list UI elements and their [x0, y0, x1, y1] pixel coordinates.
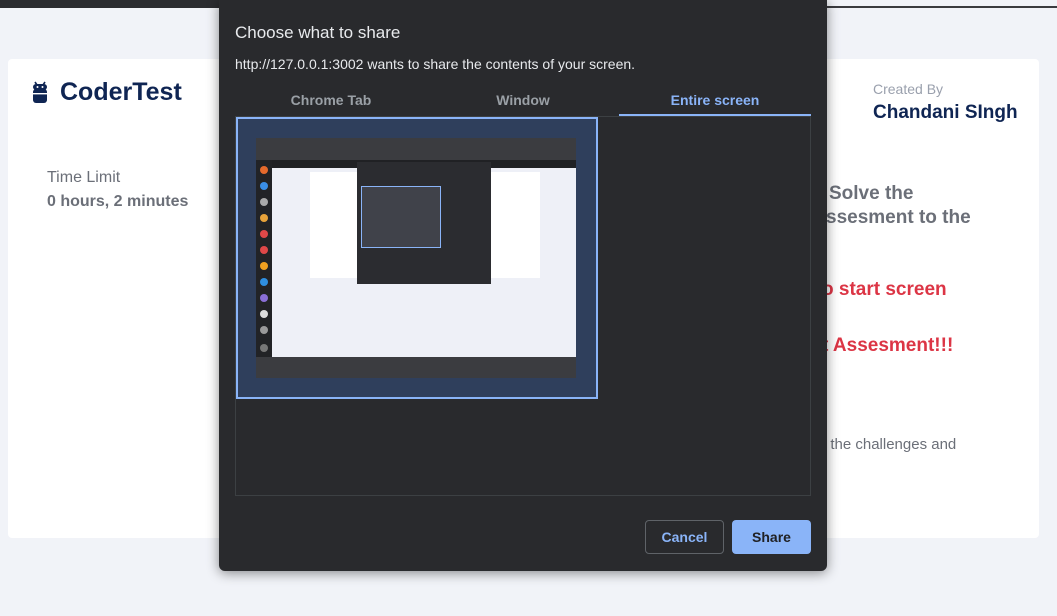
time-limit-label: Time Limit [47, 169, 121, 186]
dialog-title: Choose what to share [235, 23, 401, 42]
brand-name: CoderTest [60, 78, 182, 106]
dialog-subtitle: http://127.0.0.1:3002 wants to share the… [235, 56, 636, 72]
time-limit-value: 0 hours, 2 minutes [47, 193, 189, 210]
preview-dock-icon [260, 310, 268, 318]
browser-top-bar-right [827, 0, 1057, 8]
brand-logo[interactable]: CoderTest [30, 78, 182, 107]
instruction-note: f the challenges and [822, 436, 957, 453]
preview-dock-icon [260, 214, 268, 222]
created-by-name: Chandani SIngh [873, 102, 1018, 123]
tab-window[interactable]: Window [427, 86, 619, 116]
android-icon [33, 81, 47, 103]
preview-dock-icon [260, 246, 268, 254]
preview-dock-icon [260, 198, 268, 206]
preview-dialog-thumb [361, 186, 441, 248]
instruction-text-2: ssesment to the [826, 207, 971, 228]
preview-dock [256, 160, 272, 357]
tab-chrome-tab[interactable]: Chrome Tab [235, 86, 427, 116]
preview-dock-icon [260, 262, 268, 270]
preview-dock-icon [260, 230, 268, 238]
created-by-label: Created By [873, 81, 944, 97]
preview-top-bar [256, 138, 576, 160]
preview-dock-icon [260, 166, 268, 174]
tab-entire-screen[interactable]: Entire screen [619, 86, 811, 116]
share-source-tabs: Chrome Tab Window Entire screen [235, 86, 811, 116]
preview-dock-icon [260, 182, 268, 190]
instruction-text-1: Solve the [829, 183, 914, 204]
screen-thumbnail[interactable] [236, 117, 598, 399]
instruction-warning-2: t Assesment!!! [822, 335, 954, 356]
screen-list-panel [235, 116, 811, 496]
preview-bottom-bar [256, 357, 576, 378]
preview-dock-icon [260, 326, 268, 334]
preview-dock-icon [260, 344, 268, 352]
preview-dock-icon [260, 278, 268, 286]
screen-preview-image [256, 138, 576, 378]
cancel-button[interactable]: Cancel [645, 520, 724, 554]
share-screen-dialog: Choose what to share http://127.0.0.1:30… [219, 0, 827, 571]
preview-screen [272, 160, 576, 357]
instruction-warning-1: o start screen [822, 279, 947, 300]
preview-dock-icon [260, 294, 268, 302]
preview-dialog [357, 162, 491, 284]
share-button[interactable]: Share [732, 520, 811, 554]
